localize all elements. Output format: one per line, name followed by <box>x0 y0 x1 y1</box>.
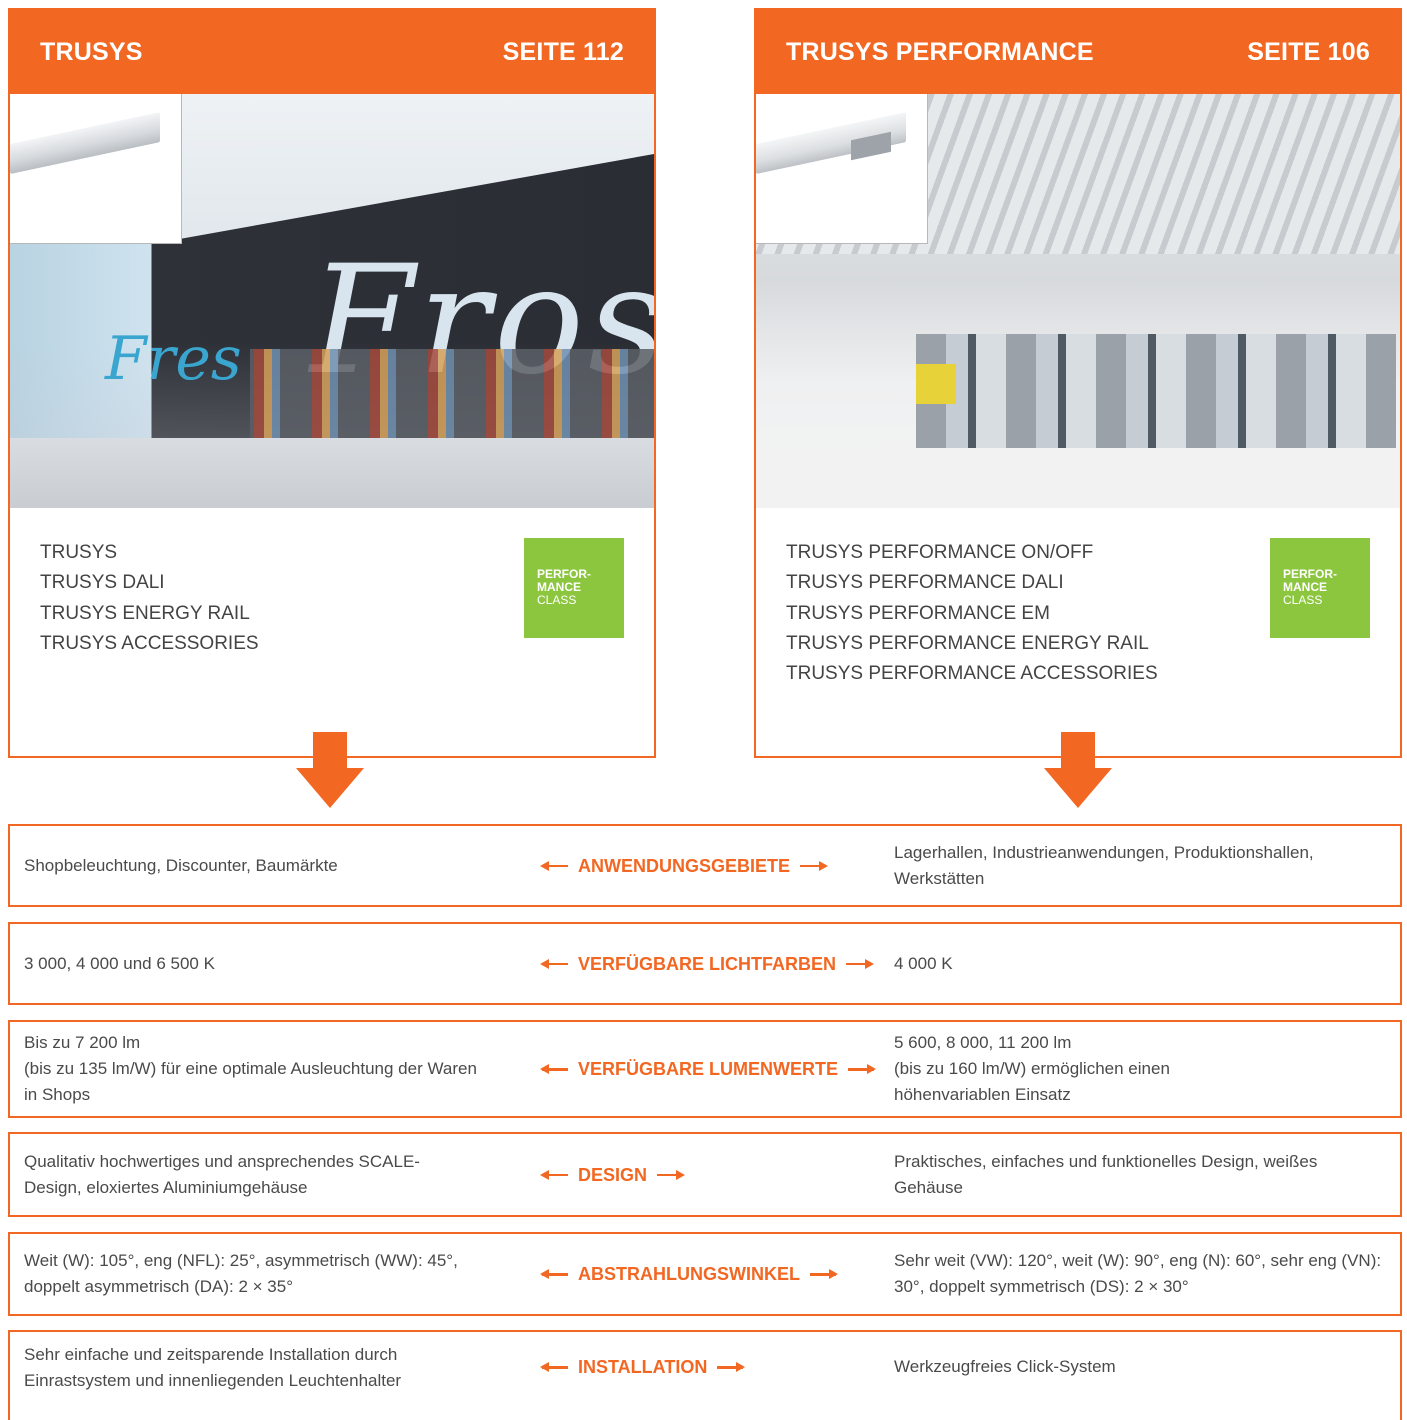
variant-item: TRUSYS PERFORMANCE EM <box>786 602 1050 624</box>
right-arrow-icon <box>846 1063 876 1075</box>
comparison-right: Lagerhallen, Industrieanwendungen, Produ… <box>894 842 1314 888</box>
photo-yellow-machine <box>916 364 956 404</box>
left-arrow-icon <box>540 1268 570 1280</box>
variant-item: TRUSYS PERFORMANCE ACCESSORIES <box>786 663 1158 685</box>
comparison-label: VERFÜGBARE LUMENWERTE <box>540 1056 876 1082</box>
product-title: TRUSYS <box>40 37 143 66</box>
arrow-stem <box>1061 732 1095 768</box>
comparison-left: Qualitativ hochwertiges und ansprechende… <box>24 1151 420 1197</box>
comparison-label: DESIGN <box>540 1162 686 1188</box>
comparison-label: VERFÜGBARE LICHTFARBEN <box>540 951 875 977</box>
photo-floor <box>10 438 654 508</box>
down-arrow-icon <box>1044 732 1112 808</box>
comparison-label: ANWENDUNGSGEBIETE <box>540 853 829 879</box>
product-photo-supermarket: Frost Fres <box>10 94 654 508</box>
comparison-label-text: VERFÜGBARE LICHTFARBEN <box>578 953 837 974</box>
product-photo-factory <box>756 94 1400 508</box>
comparison-row-lumen: Bis zu 7 200 lm (bis zu 135 lm/W) für ei… <box>8 1020 1402 1118</box>
comparison-left: Weit (W): 105°, eng (NFL): 25°, asymmetr… <box>24 1251 458 1296</box>
badge-line-3: CLASS <box>1283 593 1323 607</box>
comparison-row-installation: Sehr einfache und zeitsparende Installat… <box>8 1330 1402 1420</box>
right-arrow-icon <box>798 860 829 872</box>
comparison-row-application: Shopbeleuchtung, Discounter, Baumärkte A… <box>8 824 1402 907</box>
variant-item: TRUSYS ENERGY RAIL <box>40 602 250 624</box>
left-arrow-icon <box>540 1169 570 1181</box>
variant-item: TRUSYS PERFORMANCE ON/OFF <box>786 542 1094 563</box>
comparison-row-light-colors: 3 000, 4 000 und 6 500 K VERFÜGBARE LICH… <box>8 922 1402 1005</box>
variant-item: TRUSYS DALI <box>40 572 165 594</box>
comparison-label-text: ANWENDUNGSGEBIETE <box>578 855 791 876</box>
comparison-left: Shopbeleuchtung, Discounter, Baumärkte <box>24 855 338 875</box>
comparison-left: Bis zu 7 200 lm (bis zu 135 lm/W) für ei… <box>24 1033 477 1104</box>
variant-item: TRUSYS ACCESSORIES <box>40 632 259 654</box>
comparison-label-text: ABSTRAHLUNGSWINKEL <box>578 1264 800 1284</box>
right-arrow-icon <box>715 1361 746 1373</box>
left-arrow-icon <box>540 1063 570 1075</box>
page-reference: SEITE 112 <box>502 37 624 66</box>
luminaire-image <box>10 112 160 174</box>
photo-machines <box>916 334 1396 454</box>
comparison-right: 5 600, 8 000, 11 200 lm (bis zu 160 lm/W… <box>894 1033 1170 1104</box>
luminaire-thumbnail <box>10 94 182 244</box>
comparison-right: Werkzeugfreies Click-System <box>894 1357 1116 1376</box>
left-arrow-icon <box>540 958 570 970</box>
right-arrow-icon <box>844 958 875 970</box>
down-arrow-icon <box>296 732 364 808</box>
luminaire-thumbnail <box>756 94 928 244</box>
comparison-right: Praktisches, einfaches und funktionelles… <box>894 1151 1318 1197</box>
performance-class-badge: PERFOR- MANCE CLASS <box>524 538 624 638</box>
comparison-label: ABSTRAHLUNGSWINKEL <box>540 1261 838 1287</box>
card-header: TRUSYS PERFORMANCE SEITE 106 <box>756 10 1400 94</box>
left-arrow-icon <box>540 860 570 872</box>
photo-floor <box>756 448 1400 508</box>
photo-side-lettering: Fres <box>105 324 242 394</box>
card-header: TRUSYS SEITE 112 <box>10 10 654 94</box>
variant-item: TRUSYS <box>40 542 118 563</box>
comparison-label-text: DESIGN <box>578 1164 648 1185</box>
product-card-trusys: TRUSYS SEITE 112 Frost Fres TRUSYS TRUSY… <box>8 8 656 758</box>
comparison-label-text: VERFÜGBARE LUMENWERTE <box>578 1059 838 1079</box>
variant-item: TRUSYS PERFORMANCE ENERGY RAIL <box>786 632 1149 654</box>
arrow-stem <box>313 732 347 768</box>
comparison-label-text: INSTALLATION <box>578 1357 708 1377</box>
page-reference: SEITE 106 <box>1247 37 1370 66</box>
left-arrow-icon <box>540 1361 570 1373</box>
comparison-left: Sehr einfache und zeitsparende Installat… <box>24 1345 402 1390</box>
badge-line-3: CLASS <box>537 593 577 607</box>
right-arrow-icon <box>655 1169 686 1181</box>
variant-list: TRUSYS TRUSYS DALI TRUSYS ENERGY RAIL TR… <box>40 538 259 659</box>
comparison-row-design: Qualitativ hochwertiges und ansprechende… <box>8 1132 1402 1217</box>
comparison-right: Sehr weit (VW): 120°, weit (W): 90°, eng… <box>894 1251 1382 1296</box>
comparison-row-beam-angle: Weit (W): 105°, eng (NFL): 25°, asymmetr… <box>8 1232 1402 1316</box>
product-title: TRUSYS PERFORMANCE <box>786 37 1094 66</box>
product-card-trusys-performance: TRUSYS PERFORMANCE SEITE 106 TRUSYS PERF… <box>754 8 1402 758</box>
variant-item: TRUSYS PERFORMANCE DALI <box>786 572 1064 594</box>
comparison-left: 3 000, 4 000 und 6 500 K <box>24 953 215 973</box>
right-arrow-icon <box>808 1268 838 1280</box>
comparison-label: INSTALLATION <box>540 1354 746 1380</box>
variant-list: TRUSYS PERFORMANCE ON/OFF TRUSYS PERFORM… <box>786 538 1158 689</box>
comparison-right: 4 000 K <box>894 953 953 973</box>
performance-class-badge: PERFOR- MANCE CLASS <box>1270 538 1370 638</box>
arrow-head <box>296 768 364 808</box>
arrow-head <box>1044 768 1112 808</box>
